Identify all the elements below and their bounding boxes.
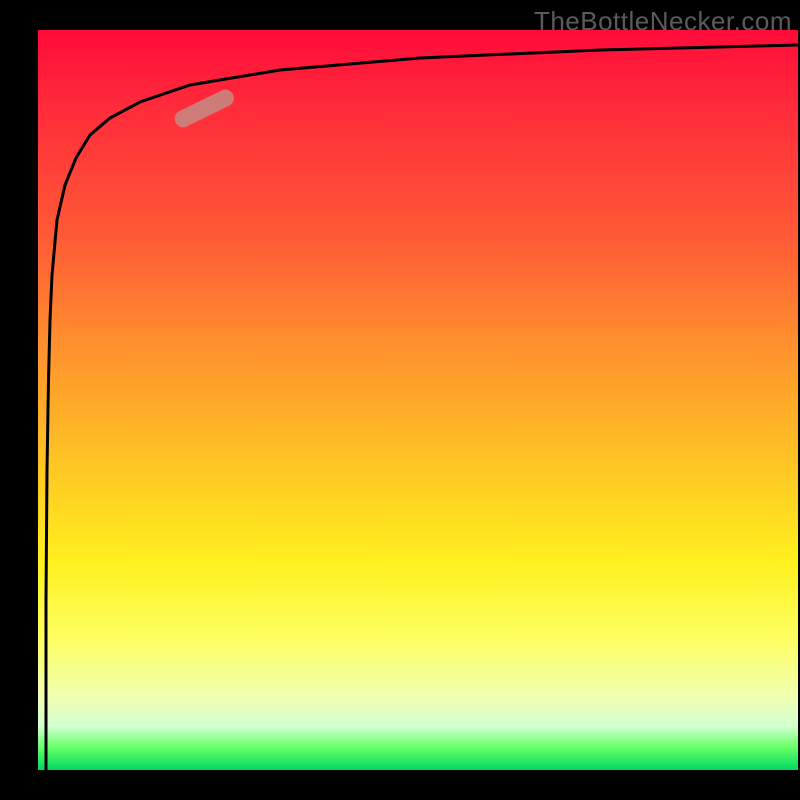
plot-area (38, 30, 798, 770)
stage: TheBottleNecker.com (0, 0, 800, 800)
attribution-text: TheBottleNecker.com (534, 6, 792, 37)
